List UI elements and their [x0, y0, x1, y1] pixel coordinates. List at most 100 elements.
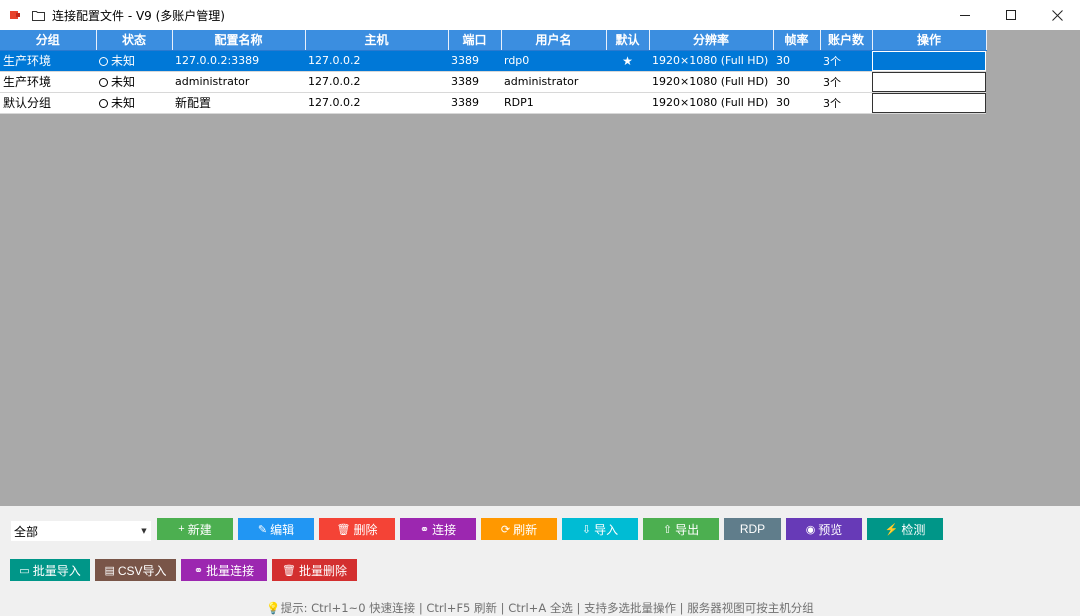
- rdp-button[interactable]: RDP: [724, 518, 781, 540]
- detect-icon: ⚡: [884, 523, 899, 536]
- group-filter-value: 全部: [14, 524, 39, 539]
- column-header-user[interactable]: 用户名: [501, 30, 607, 51]
- profile-table: 分组 状态 配置名称 主机 端口 用户名 默认 分辨率 帧率 账户数 操作 生产…: [0, 30, 987, 114]
- refresh-button[interactable]: ⟳ 刷新: [481, 518, 557, 540]
- rdp-button-label: RDP: [739, 522, 766, 536]
- table-row[interactable]: 默认分组 未知 新配置 127.0.0.2 3389 RDP1 1920×108…: [0, 92, 986, 114]
- actions-box[interactable]: [872, 92, 986, 112]
- cell-accounts: 3个: [820, 92, 872, 114]
- batch-delete-button[interactable]: 🗑 批量删除: [272, 559, 357, 581]
- cell-user: RDP1: [501, 92, 606, 114]
- close-button[interactable]: [1034, 0, 1080, 30]
- export-button[interactable]: ⇧ 导出: [643, 518, 719, 540]
- status-text: 未知: [111, 75, 136, 89]
- cell-user: rdp0: [501, 50, 606, 72]
- link-icon: ⚭: [419, 523, 430, 536]
- status-text: 未知: [111, 54, 136, 68]
- column-header-host[interactable]: 主机: [305, 30, 449, 51]
- column-header-fps[interactable]: 帧率: [773, 30, 821, 51]
- actions-box[interactable]: [872, 50, 986, 70]
- batch-import-button[interactable]: ▭ 批量导入: [10, 559, 90, 581]
- edit-button[interactable]: ✎ 编辑: [238, 518, 314, 540]
- dropdown-arrow-icon[interactable]: ▼: [137, 521, 151, 541]
- import-icon: ⇩: [581, 523, 592, 536]
- hint-text: 提示: Ctrl+1~0 快速连接 | Ctrl+F5 刷新 | Ctrl+A …: [280, 601, 814, 615]
- trash-icon: 🗑: [282, 564, 296, 577]
- cell-resolution: 1920×1080 (Full HD): [649, 50, 773, 72]
- cell-status: 未知: [96, 71, 172, 93]
- connect-button-label: 连接: [432, 522, 457, 537]
- maximize-button[interactable]: [988, 0, 1034, 30]
- maximize-icon: [1006, 10, 1016, 20]
- cell-default: [606, 71, 649, 93]
- column-header-resolution[interactable]: 分辨率: [649, 30, 774, 51]
- delete-button[interactable]: 🗑 删除: [319, 518, 395, 540]
- column-header-accounts[interactable]: 账户数: [820, 30, 873, 51]
- preview-button-label: 预览: [818, 522, 843, 537]
- app-icon: [8, 7, 24, 23]
- csv-import-button-label: CSV导入: [117, 563, 167, 578]
- cell-status: 未知: [96, 92, 172, 114]
- cell-port: 3389: [448, 71, 501, 93]
- plus-icon: +: [178, 523, 185, 535]
- title-bar: 连接配置文件 - V9 (多账户管理): [0, 0, 1080, 30]
- csv-import-button[interactable]: ▤ CSV导入: [95, 559, 176, 581]
- preview-button[interactable]: ◉ 预览: [786, 518, 862, 540]
- cell-default: [606, 92, 649, 114]
- new-button[interactable]: + 新建: [157, 518, 233, 540]
- cell-resolution: 1920×1080 (Full HD): [649, 71, 773, 93]
- folder-icon: ▭: [19, 564, 30, 577]
- column-header-port[interactable]: 端口: [448, 30, 502, 51]
- eye-icon: ◉: [805, 523, 816, 536]
- column-header-name[interactable]: 配置名称: [172, 30, 306, 51]
- bottom-toolbar: 全部 ▼ + 新建 ✎ 编辑 🗑 删除 ⚭ 连接 ⟳ 刷新 ⇩ 导入 ⇧ 导出 RDP ◉ 预览…: [0, 506, 1080, 616]
- detect-button-label: 检测: [901, 522, 926, 537]
- delete-button-label: 删除: [353, 522, 378, 537]
- cell-actions: [872, 50, 986, 72]
- actions-box[interactable]: [872, 71, 986, 91]
- status-unknown-icon: [99, 78, 108, 87]
- trash-icon: 🗑: [336, 523, 351, 536]
- cell-port: 3389: [448, 92, 501, 114]
- group-filter-select[interactable]: 全部 ▼: [10, 520, 152, 542]
- detect-button[interactable]: ⚡ 检测: [867, 518, 943, 540]
- cell-actions: [872, 92, 986, 114]
- column-header-group[interactable]: 分组: [0, 30, 97, 51]
- table-row[interactable]: 生产环境 未知 administrator 127.0.0.2 3389 adm…: [0, 71, 986, 93]
- batch-delete-button-label: 批量删除: [298, 563, 347, 578]
- cell-host: 127.0.0.2: [305, 71, 448, 93]
- column-header-status[interactable]: 状态: [96, 30, 173, 51]
- cell-resolution: 1920×1080 (Full HD): [649, 92, 773, 114]
- cell-fps: 30: [773, 71, 820, 93]
- refresh-icon: ⟳: [500, 523, 511, 536]
- cell-name: 新配置: [172, 92, 305, 114]
- column-header-default[interactable]: 默认: [606, 30, 650, 51]
- document-icon: ▤: [104, 564, 115, 577]
- export-button-label: 导出: [675, 522, 700, 537]
- hint-bar: 💡提示: Ctrl+1~0 快速连接 | Ctrl+F5 刷新 | Ctrl+A…: [0, 600, 1080, 616]
- close-icon: [1051, 9, 1063, 21]
- table-row[interactable]: 生产环境 未知 127.0.0.2:3389 127.0.0.2 3389 rd…: [0, 50, 986, 72]
- status-unknown-icon: [99, 57, 108, 66]
- import-button[interactable]: ⇩ 导入: [562, 518, 638, 540]
- cell-group: 生产环境: [0, 50, 96, 72]
- minimize-icon: [960, 14, 970, 16]
- column-header-actions[interactable]: 操作: [872, 30, 987, 51]
- cell-port: 3389: [448, 50, 501, 72]
- new-button-label: 新建: [187, 522, 212, 537]
- batch-import-button-label: 批量导入: [32, 563, 81, 578]
- connect-button[interactable]: ⚭ 连接: [400, 518, 476, 540]
- status-text: 未知: [111, 96, 136, 110]
- window-controls: [942, 0, 1080, 30]
- cell-fps: 30: [773, 92, 820, 114]
- cell-name: administrator: [172, 71, 305, 93]
- batch-connect-button[interactable]: ⚭ 批量连接: [181, 559, 267, 581]
- cell-group: 生产环境: [0, 71, 96, 93]
- cell-accounts: 3个: [820, 50, 872, 72]
- default-star-icon: ★: [606, 50, 649, 72]
- table-header: 分组 状态 配置名称 主机 端口 用户名 默认 分辨率 帧率 账户数 操作: [0, 30, 987, 51]
- edit-button-label: 编辑: [270, 522, 295, 537]
- minimize-button[interactable]: [942, 0, 988, 30]
- cell-fps: 30: [773, 50, 820, 72]
- profile-list-area: 分组 状态 配置名称 主机 端口 用户名 默认 分辨率 帧率 账户数 操作 生产…: [0, 30, 1080, 506]
